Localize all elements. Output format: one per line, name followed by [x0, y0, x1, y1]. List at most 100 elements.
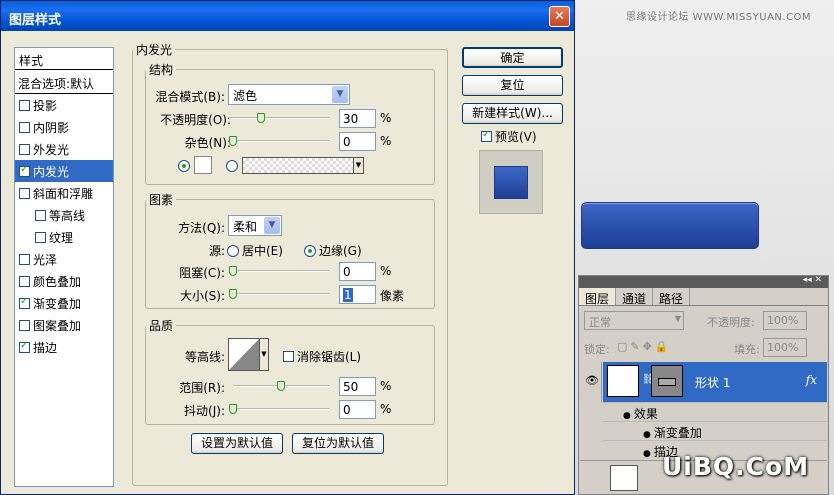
size-slider-thumb[interactable] — [229, 289, 237, 299]
style-item-contour[interactable]: 等高线 — [15, 204, 113, 226]
preview-option[interactable]: 预览(V) — [481, 128, 537, 145]
checkbox-color-overlay[interactable] — [19, 275, 30, 287]
noise-slider[interactable] — [229, 136, 329, 146]
style-list-header[interactable]: 样式 — [15, 48, 113, 70]
eye-icon[interactable]: ● — [623, 411, 631, 421]
reset-default-button[interactable]: 复位为默认值 — [292, 433, 384, 454]
eye-icon[interactable]: ● — [643, 430, 651, 440]
checkbox-drop-shadow[interactable] — [19, 99, 30, 111]
size-input[interactable]: 1 — [339, 285, 376, 304]
checkbox-pattern-overlay[interactable] — [19, 319, 30, 331]
anti-alias-option[interactable]: 消除锯齿(L) — [283, 348, 361, 365]
noise-slider-thumb[interactable] — [229, 136, 237, 146]
style-item-inner-shadow[interactable]: 内阴影 — [15, 116, 113, 138]
layer-row-shape-1[interactable]: ⛓ 形状 1 fx — [603, 362, 827, 402]
style-item-stroke[interactable]: 描边 — [15, 336, 113, 358]
choke-slider-track — [229, 270, 329, 272]
opacity-label: 不透明度(O): — [160, 113, 231, 127]
lock-icons[interactable]: ▢✎✥🔒 — [617, 340, 672, 353]
checkbox-inner-shadow[interactable] — [19, 121, 30, 133]
ok-button[interactable]: 确定 — [462, 47, 563, 68]
size-slider[interactable] — [229, 289, 329, 299]
layer-opacity-input[interactable]: 100% — [763, 311, 807, 330]
noise-input[interactable]: 0 — [339, 132, 376, 151]
panel-collapse-icon[interactable]: ◂◂ ✕ — [803, 275, 822, 285]
vector-mask-thumbnail — [651, 365, 683, 397]
chevron-down-icon: ▼ — [264, 217, 280, 234]
make-default-button[interactable]: 设置为默认值 — [191, 433, 283, 454]
tab-channels[interactable]: 通道 — [616, 288, 654, 306]
chevron-down-icon: ▼ — [674, 314, 681, 323]
opacity-slider[interactable] — [229, 113, 329, 123]
style-item-drop-shadow[interactable]: 投影 — [15, 94, 113, 116]
style-item-outer-glow[interactable]: 外发光 — [15, 138, 113, 160]
source-edge-radio[interactable] — [304, 244, 316, 257]
effects-row[interactable]: ● 效果 — [603, 402, 827, 421]
preview-swatch — [494, 166, 528, 199]
contour-picker[interactable]: ▼ — [228, 338, 269, 371]
title-bar[interactable]: 图层样式 ✕ — [1, 1, 574, 31]
opacity-slider-track — [229, 117, 329, 119]
noise-slider-track — [229, 140, 329, 142]
checkbox-contour[interactable] — [35, 209, 46, 221]
range-label: 范围(R): — [179, 381, 225, 395]
glow-color-swatch[interactable] — [194, 156, 212, 174]
checkbox-satin[interactable] — [19, 253, 30, 265]
close-button[interactable]: ✕ — [549, 6, 570, 27]
new-style-button[interactable]: 新建样式(W)... — [462, 103, 563, 124]
style-item-bevel-emboss[interactable]: 斜面和浮雕 — [15, 182, 113, 204]
panel-titlebar[interactable]: ◂◂ ✕ — [579, 275, 828, 288]
source-center-radio[interactable] — [227, 244, 239, 257]
style-item-color-overlay[interactable]: 颜色叠加 — [15, 270, 113, 292]
blend-mode-select[interactable]: 滤色 ▼ — [228, 84, 350, 105]
opacity-input[interactable]: 30 — [339, 109, 376, 128]
style-item-inner-glow[interactable]: 内发光 — [15, 160, 113, 182]
anti-alias-checkbox[interactable] — [283, 351, 294, 362]
style-item-satin[interactable]: 光泽 — [15, 248, 113, 270]
layers-tabs: 图层 通道 路径 — [579, 288, 828, 306]
tab-layers[interactable]: 图层 — [579, 288, 617, 306]
style-item-gradient-overlay[interactable]: 渐变叠加 — [15, 292, 113, 314]
checkbox-inner-glow[interactable] — [19, 164, 30, 177]
eye-icon[interactable]: ● — [643, 449, 651, 459]
checkbox-outer-glow[interactable] — [19, 143, 30, 155]
tab-paths[interactable]: 路径 — [653, 288, 691, 306]
style-item-texture[interactable]: 纹理 — [15, 226, 113, 248]
method-label: 方法(Q): — [178, 221, 225, 235]
checkbox-stroke[interactable] — [19, 340, 30, 353]
source-edge-option[interactable]: 边缘(G) — [304, 242, 362, 259]
fx-icon[interactable]: fx — [806, 373, 817, 387]
opacity-slider-thumb[interactable] — [257, 113, 265, 123]
gradient-radio[interactable] — [226, 160, 238, 172]
jitter-slider[interactable] — [229, 404, 329, 414]
checkbox-texture[interactable] — [35, 231, 46, 243]
range-input[interactable]: 50 — [339, 377, 376, 396]
choke-slider-thumb[interactable] — [229, 266, 237, 276]
choke-input[interactable]: 0 — [339, 262, 376, 281]
preview-checkbox[interactable] — [481, 129, 492, 142]
checkbox-gradient-overlay[interactable] — [19, 296, 30, 309]
fill-input[interactable]: 100% — [763, 338, 807, 357]
layer-blend-mode-select[interactable]: 正常 ▼ — [584, 311, 684, 330]
choke-slider[interactable] — [229, 266, 329, 276]
style-item-pattern-overlay[interactable]: 图案叠加 — [15, 314, 113, 336]
size-input-value: 1 — [343, 288, 353, 302]
background-layer-thumbnail — [610, 465, 638, 491]
jitter-input[interactable]: 0 — [339, 400, 376, 419]
blend-options-item[interactable]: 混合选项:默认 — [15, 70, 113, 94]
chevron-down-icon[interactable]: ▼ — [259, 339, 268, 370]
method-select[interactable]: 柔和 ▼ — [228, 215, 282, 236]
layer-visibility-toggle[interactable]: 👁 — [580, 362, 602, 402]
range-slider-thumb[interactable] — [277, 381, 285, 391]
checkbox-bevel-emboss[interactable] — [19, 187, 30, 199]
chevron-down-icon[interactable]: ▼ — [353, 158, 363, 173]
effect-item-gradient-overlay[interactable]: ● 渐变叠加 — [603, 421, 827, 440]
gradient-swatch[interactable]: ▼ — [242, 157, 364, 174]
blend-mode-value: 滤色 — [233, 89, 258, 103]
range-slider[interactable] — [233, 381, 329, 391]
jitter-slider-thumb[interactable] — [229, 404, 237, 414]
contour-label: 等高线: — [184, 350, 225, 364]
solid-color-radio[interactable] — [178, 160, 190, 172]
reset-button[interactable]: 复位 — [462, 75, 563, 96]
source-center-option[interactable]: 居中(E) — [227, 242, 283, 259]
